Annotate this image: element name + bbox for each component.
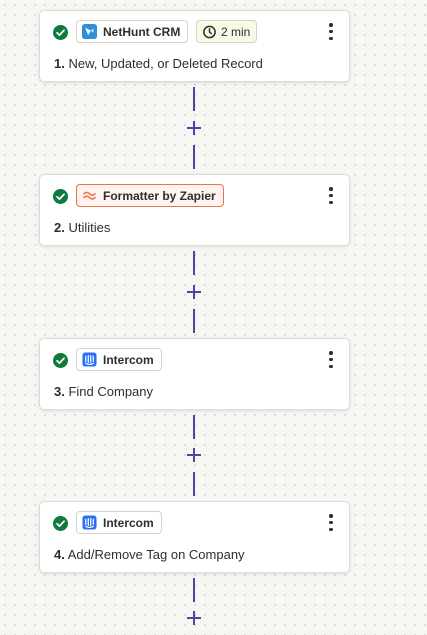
app-badge-intercom[interactable]: Intercom [76, 348, 162, 371]
app-badge-nethunt[interactable]: NetHunt CRM [76, 20, 189, 43]
step-number: 4. [54, 547, 65, 562]
step-title: 3. Find Company [54, 384, 153, 399]
delay-badge: 2 min [196, 20, 258, 43]
check-circle-icon [53, 353, 68, 368]
connector-line [193, 578, 195, 602]
connector-line [193, 87, 195, 111]
app-name: Intercom [103, 515, 154, 530]
add-step-button[interactable] [186, 610, 202, 626]
app-badge-formatter[interactable]: Formatter by Zapier [76, 184, 224, 207]
check-circle-icon [53, 25, 68, 40]
more-vertical-icon [329, 23, 333, 27]
step-card-1[interactable]: NetHunt CRM 2 min 1. New, Updated, or De… [39, 10, 350, 82]
step-title: 4. Add/Remove Tag on Company [54, 547, 245, 562]
step-card-4[interactable]: Intercom 4. Add/Remove Tag on Company [39, 501, 350, 573]
step-title: 2. Utilities [54, 220, 110, 235]
step-card-3[interactable]: Intercom 3. Find Company [39, 338, 350, 410]
more-options-button[interactable] [327, 187, 335, 204]
nethunt-crm-logo-icon [82, 24, 97, 39]
more-options-button[interactable] [327, 514, 335, 531]
connector-line [193, 472, 195, 496]
add-step-button[interactable] [186, 447, 202, 463]
step-number: 3. [54, 384, 65, 399]
formatter-logo-icon [83, 191, 96, 200]
check-circle-icon [53, 516, 68, 531]
step-card-2[interactable]: Formatter by Zapier 2. Utilities [39, 174, 350, 246]
step-title-text: Add/Remove Tag on Company [67, 547, 245, 562]
zap-editor-canvas: NetHunt CRM 2 min 1. New, Updated, or De… [0, 0, 427, 635]
connector-line [193, 251, 195, 275]
step-number: 1. [54, 56, 65, 71]
connector-line [193, 309, 195, 333]
add-step-button[interactable] [186, 120, 202, 136]
intercom-logo-icon [82, 352, 97, 367]
step-title: 1. New, Updated, or Deleted Record [54, 56, 263, 71]
step-title-text: Utilities [68, 220, 111, 235]
add-step-button[interactable] [186, 284, 202, 300]
more-options-button[interactable] [327, 351, 335, 368]
step-title-text: New, Updated, or Deleted Record [68, 56, 263, 71]
more-vertical-icon [329, 514, 333, 518]
stopwatch-icon [203, 25, 216, 39]
check-circle-icon [53, 189, 68, 204]
app-name: Intercom [103, 352, 154, 367]
connector-line [193, 415, 195, 439]
more-vertical-icon [329, 351, 333, 355]
intercom-logo-icon [82, 515, 97, 530]
step-title-text: Find Company [68, 384, 154, 399]
more-options-button[interactable] [327, 23, 335, 40]
app-name: NetHunt CRM [103, 24, 181, 39]
delay-text: 2 min [221, 24, 251, 39]
app-name: Formatter by Zapier [103, 188, 216, 203]
connector-line [193, 145, 195, 169]
step-number: 2. [54, 220, 65, 235]
app-badge-intercom[interactable]: Intercom [76, 511, 162, 534]
more-vertical-icon [329, 187, 333, 191]
